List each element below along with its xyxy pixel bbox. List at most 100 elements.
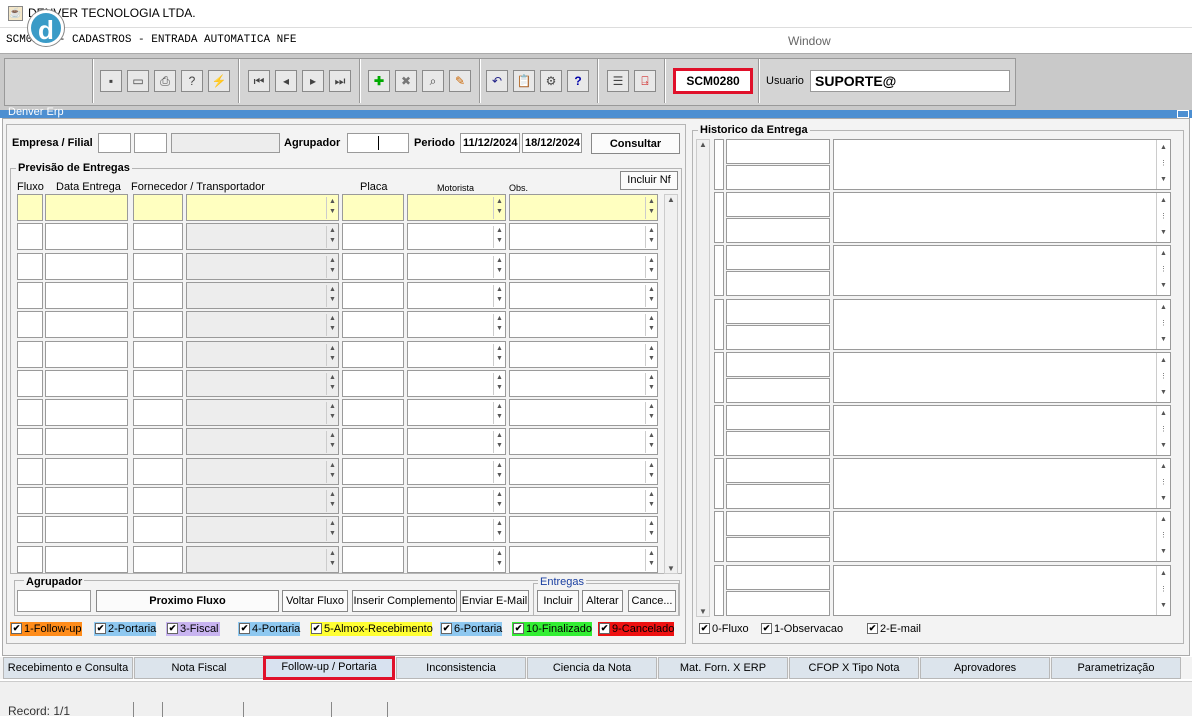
placa-cell[interactable] — [342, 399, 404, 427]
spinner-icon[interactable]: ▲ ▼ — [493, 431, 505, 454]
historico-marker[interactable] — [714, 298, 724, 350]
fornecedor-code-cell[interactable] — [133, 487, 183, 514]
next-record-icon[interactable]: ▸ — [302, 70, 324, 92]
legend-7[interactable]: ✔ 10-Finalizado — [512, 622, 592, 636]
motorista-cell[interactable]: ▲ ▼ — [407, 428, 506, 456]
checkbox-icon[interactable]: ✔ — [167, 623, 178, 634]
insert-record-icon[interactable]: ✚ — [368, 70, 390, 92]
help-query-icon[interactable]: ? — [181, 70, 203, 92]
historico-marker[interactable] — [714, 192, 724, 244]
historico-text[interactable]: ▲ ⋮ ▼ — [833, 351, 1171, 403]
fornecedor-name-cell[interactable]: ▲ ▼ — [186, 516, 339, 544]
print-icon[interactable]: ⎙ — [154, 70, 176, 92]
data-entrega-cell[interactable] — [45, 252, 128, 280]
fluxo-cell[interactable] — [17, 516, 43, 544]
spinner-icon[interactable]: ▲ ▼ — [493, 284, 505, 307]
historico-marker[interactable] — [714, 139, 724, 190]
tab-5[interactable]: Ciencia da Nota — [527, 657, 657, 679]
historico-field-b[interactable] — [726, 377, 830, 403]
fornecedor-code-cell[interactable] — [133, 428, 183, 456]
spinner-icon[interactable]: ▲ ▼ — [645, 402, 657, 425]
legend-6[interactable]: ✔ 6-Portaria — [440, 622, 502, 636]
tab-9[interactable]: Parametrização — [1051, 657, 1181, 679]
cancelar-button[interactable]: Cance... — [628, 590, 676, 612]
spinner-icon[interactable]: ▲ ▼ — [326, 460, 338, 483]
text-scroll-icon[interactable]: ▲ ⋮ ▼ — [1156, 352, 1170, 402]
historico-field-b[interactable] — [726, 218, 830, 244]
data-entrega-cell[interactable] — [45, 545, 128, 573]
spinner-icon[interactable]: ▲ ▼ — [493, 255, 505, 278]
motorista-cell[interactable]: ▲ ▼ — [407, 369, 506, 397]
obs-cell[interactable]: ▲ ▼ — [509, 194, 658, 221]
motorista-cell[interactable]: ▲ ▼ — [407, 223, 506, 251]
historico-field-b[interactable] — [726, 165, 830, 190]
historico-scrollbar[interactable]: ▲ ▼ — [696, 139, 710, 617]
spinner-icon[interactable]: ▲ ▼ — [645, 519, 657, 542]
previous-record-icon[interactable]: ◂ — [275, 70, 297, 92]
historico-marker[interactable] — [714, 245, 724, 297]
historico-field-a[interactable] — [726, 139, 830, 164]
legend-8[interactable]: ✔ 9-Cancelado — [598, 622, 674, 636]
help-icon[interactable]: ? — [567, 70, 589, 92]
historico-text[interactable]: ▲ ⋮ ▼ — [833, 405, 1171, 456]
placa-cell[interactable] — [342, 223, 404, 251]
checkbox-icon[interactable]: ✔ — [11, 623, 22, 634]
fornecedor-name-cell[interactable]: ▲ ▼ — [186, 545, 339, 573]
spinner-icon[interactable]: ▲ ▼ — [493, 548, 505, 571]
historico-field-b[interactable] — [726, 431, 830, 456]
voltar-fluxo-button[interactable]: Voltar Fluxo — [282, 590, 348, 612]
placa-cell[interactable] — [342, 545, 404, 573]
fluxo-cell[interactable] — [17, 223, 43, 251]
checkbox-icon[interactable]: ✔ — [239, 623, 250, 634]
execute-query-icon[interactable]: ⚡ — [208, 70, 230, 92]
proximo-fluxo-button[interactable]: Proximo Fluxo — [96, 590, 279, 612]
fluxo-cell[interactable] — [17, 487, 43, 514]
spinner-icon[interactable]: ▲ ▼ — [493, 490, 505, 512]
historico-field-a[interactable] — [726, 245, 830, 271]
text-scroll-icon[interactable]: ▲ ⋮ ▼ — [1156, 565, 1170, 615]
spinner-icon[interactable]: ▲ ▼ — [326, 255, 338, 278]
spinner-icon[interactable]: ▲ ▼ — [493, 343, 505, 366]
fluxo-cell[interactable] — [17, 252, 43, 280]
spinner-icon[interactable]: ▲ ▼ — [326, 343, 338, 366]
fornecedor-name-cell[interactable]: ▲ ▼ — [186, 223, 339, 251]
spinner-icon[interactable]: ▲ ▼ — [645, 197, 657, 219]
text-scroll-icon[interactable]: ▲ ⋮ ▼ — [1156, 512, 1170, 562]
fornecedor-name-cell[interactable]: ▲ ▼ — [186, 252, 339, 280]
enviar-email-button[interactable]: Enviar E-Mail — [460, 590, 529, 612]
tab-8[interactable]: Aprovadores — [920, 657, 1050, 679]
spinner-icon[interactable]: ▲ ▼ — [645, 314, 657, 337]
obs-cell[interactable]: ▲ ▼ — [509, 545, 658, 573]
tab-6[interactable]: Mat. Forn. X ERP — [658, 657, 788, 679]
fluxo-cell[interactable] — [17, 457, 43, 485]
placa-cell[interactable] — [342, 194, 404, 221]
tab-2[interactable]: Nota Fiscal — [134, 657, 264, 679]
data-entrega-cell[interactable] — [45, 457, 128, 485]
obs-cell[interactable]: ▲ ▼ — [509, 281, 658, 309]
obs-cell[interactable]: ▲ ▼ — [509, 252, 658, 280]
obs-cell[interactable]: ▲ ▼ — [509, 457, 658, 485]
historico-marker[interactable] — [714, 458, 724, 510]
fornecedor-code-cell[interactable] — [133, 545, 183, 573]
placa-cell[interactable] — [342, 340, 404, 368]
obs-cell[interactable]: ▲ ▼ — [509, 428, 658, 456]
fornecedor-name-cell[interactable]: ▲ ▼ — [186, 428, 339, 456]
historico-text[interactable]: ▲ ⋮ ▼ — [833, 511, 1171, 563]
bottom-agrupador-field[interactable] — [17, 590, 91, 612]
spinner-icon[interactable]: ▲ ▼ — [326, 197, 338, 219]
maximize-icon[interactable] — [1177, 110, 1189, 118]
text-scroll-icon[interactable]: ▲ ⋮ ▼ — [1156, 193, 1170, 243]
placa-cell[interactable] — [342, 369, 404, 397]
fornecedor-name-cell[interactable]: ▲ ▼ — [186, 311, 339, 339]
fluxo-cell[interactable] — [17, 311, 43, 339]
historico-field-a[interactable] — [726, 405, 830, 430]
checkbox-icon[interactable]: ✔ — [867, 623, 878, 634]
undo-icon[interactable]: ↶ — [486, 70, 508, 92]
spinner-icon[interactable]: ▲ ▼ — [326, 548, 338, 571]
fornecedor-code-cell[interactable] — [133, 194, 183, 221]
historico-text[interactable]: ▲ ⋮ ▼ — [833, 458, 1171, 510]
fornecedor-code-cell[interactable] — [133, 516, 183, 544]
settings-icon[interactable]: ⚙ — [540, 70, 562, 92]
fornecedor-code-cell[interactable] — [133, 281, 183, 309]
obs-cell[interactable]: ▲ ▼ — [509, 516, 658, 544]
